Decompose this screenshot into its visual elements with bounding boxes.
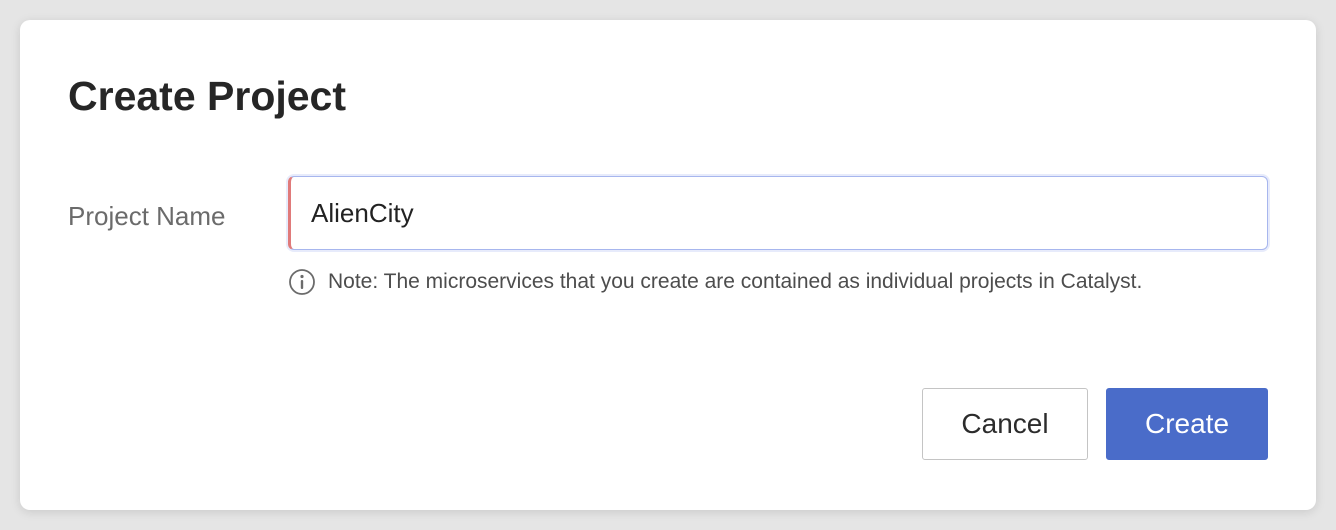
project-name-input[interactable] bbox=[288, 176, 1268, 250]
note: Note: The microservices that you create … bbox=[288, 266, 1142, 298]
project-name-label: Project Name bbox=[68, 201, 226, 231]
cancel-button[interactable]: Cancel bbox=[922, 388, 1088, 460]
info-icon bbox=[288, 268, 316, 296]
dialog-title: Create Project bbox=[68, 73, 347, 119]
create-project-dialog: Create Project Project Name Note: The mi… bbox=[20, 20, 1316, 510]
note-text: Note: The microservices that you create … bbox=[328, 270, 1143, 293]
create-button[interactable]: Create bbox=[1106, 388, 1268, 460]
